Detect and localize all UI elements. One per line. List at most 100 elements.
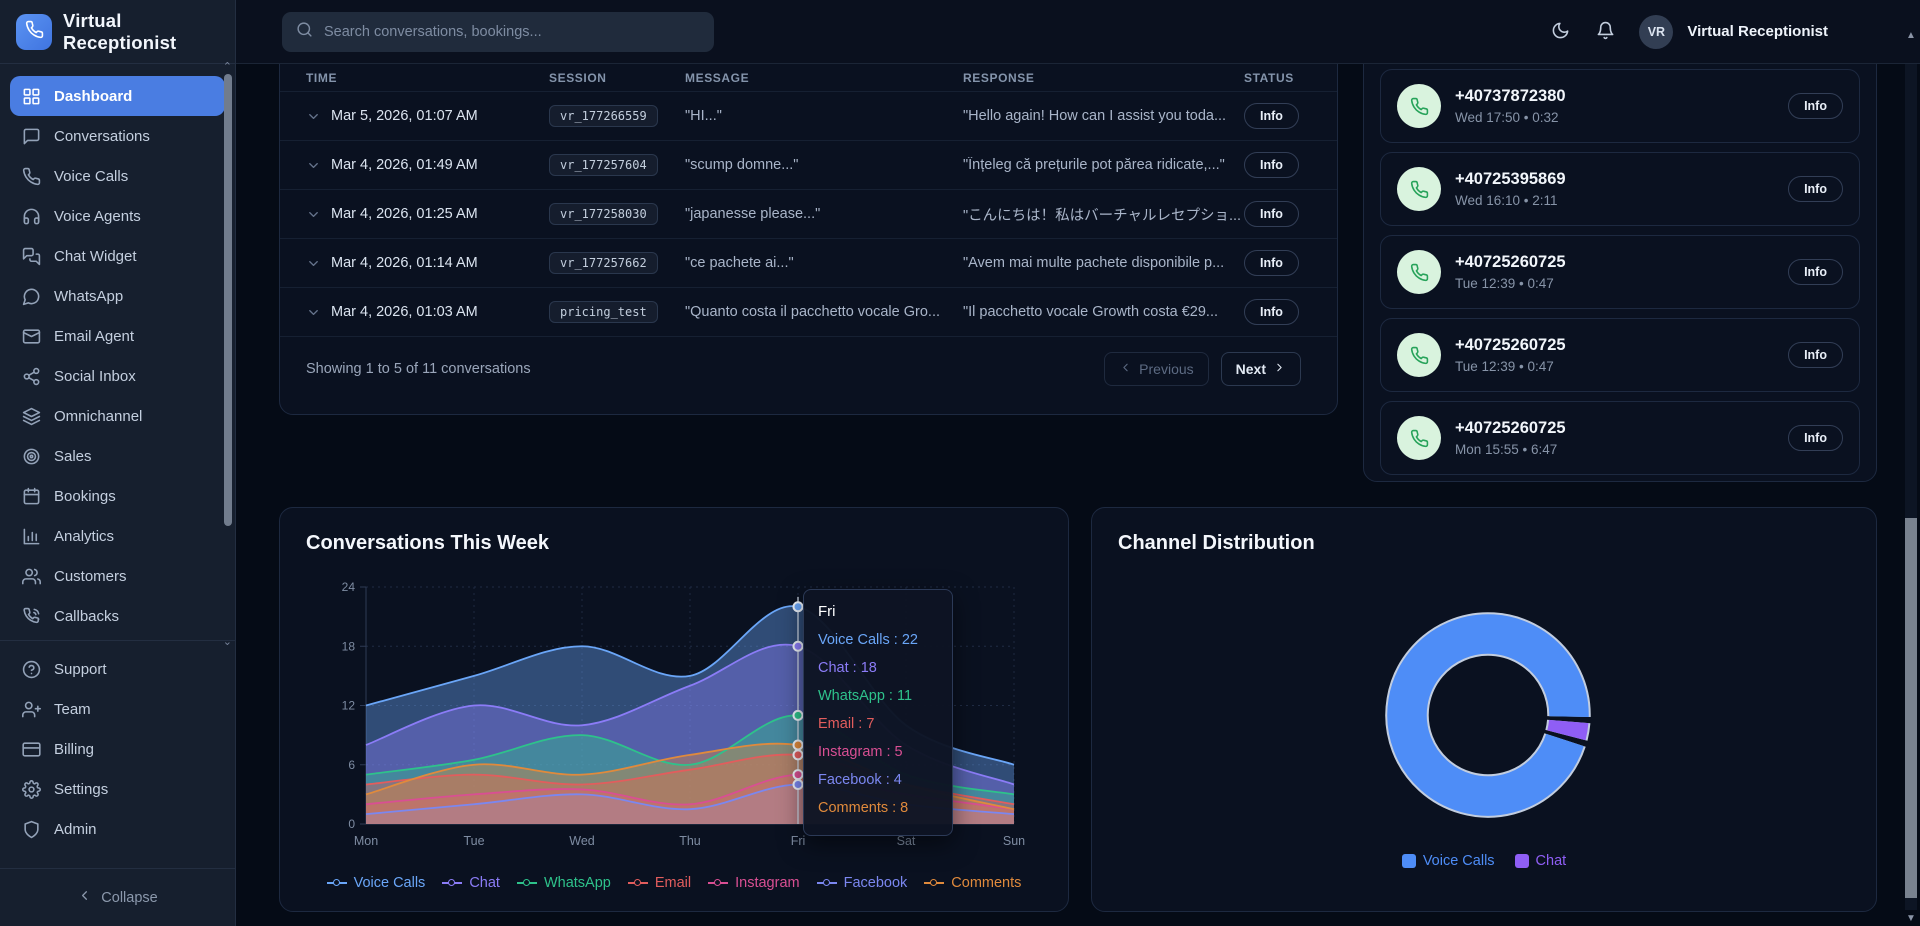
sidebar-item-voice-calls[interactable]: Voice Calls — [10, 156, 225, 196]
call-meta: Wed 17:50 • 0:32 — [1455, 110, 1566, 125]
dark-mode-toggle[interactable] — [1549, 19, 1572, 45]
legend-item-whatsapp[interactable]: WhatsApp — [517, 875, 611, 891]
table-row[interactable]: Mar 4, 2026, 01:49 AM vr_177257604 "scum… — [280, 140, 1337, 189]
sidebar-item-label: Customers — [54, 568, 127, 585]
search-box[interactable] — [282, 12, 714, 52]
sidebar-item-dashboard[interactable]: Dashboard — [10, 76, 225, 116]
legend-swatch — [517, 882, 537, 884]
sidebar-item-admin[interactable]: Admin — [10, 809, 225, 849]
sidebar-item-callbacks[interactable]: Callbacks — [10, 596, 225, 636]
legend-item-instagram[interactable]: Instagram — [708, 875, 799, 891]
session-cell: vr_177257604 — [549, 154, 685, 176]
sidebar-item-label: Team — [54, 701, 91, 718]
avatar[interactable]: VR — [1639, 15, 1673, 49]
legend-item-comments[interactable]: Comments — [924, 875, 1021, 891]
logo-row: Virtual Receptionist — [0, 0, 235, 64]
message-cell: "Quanto costa il pacchetto vocale Gro... — [685, 304, 963, 320]
info-button[interactable]: Info — [1788, 93, 1843, 119]
chevron-down-icon[interactable] — [306, 305, 321, 320]
call-meta: Tue 12:39 • 0:47 — [1455, 276, 1566, 291]
info-button[interactable]: Info — [1788, 425, 1843, 451]
info-button[interactable]: Info — [1244, 299, 1299, 325]
notifications-button[interactable] — [1594, 19, 1617, 45]
call-card[interactable]: +40725395869 Wed 16:10 • 2:11 Info — [1380, 152, 1860, 226]
scroll-down-icon[interactable]: ▼ — [1904, 913, 1918, 924]
previous-button[interactable]: Previous — [1104, 352, 1208, 386]
scrollbar-thumb[interactable] — [1905, 518, 1917, 898]
sidebar-item-customers[interactable]: Customers — [10, 556, 225, 596]
svg-text:6: 6 — [348, 758, 355, 772]
response-cell: "Il pacchetto vocale Growth costa €29... — [963, 304, 1244, 320]
sidebar-item-label: Voice Calls — [54, 168, 128, 185]
table-row[interactable]: Mar 4, 2026, 01:25 AM vr_177258030 "japa… — [280, 189, 1337, 238]
info-button[interactable]: Info — [1788, 176, 1843, 202]
sidebar-item-settings[interactable]: Settings — [10, 769, 225, 809]
sidebar-item-bookings[interactable]: Bookings — [10, 476, 225, 516]
sidebar-item-label: Analytics — [54, 528, 114, 545]
sidebar-item-team[interactable]: Team — [10, 689, 225, 729]
sidebar-item-chat-widget[interactable]: Chat Widget — [10, 236, 225, 276]
chevron-right-icon — [1273, 361, 1286, 377]
next-button[interactable]: Next — [1221, 352, 1301, 386]
call-info: +40725260725 Tue 12:39 • 0:47 — [1455, 253, 1566, 291]
main-scrollbar[interactable]: ▲ ▼ — [1904, 30, 1918, 924]
table-row[interactable]: Mar 5, 2026, 01:07 AM vr_177266559 "HI..… — [280, 91, 1337, 140]
info-button[interactable]: Info — [1244, 201, 1299, 227]
svg-text:18: 18 — [342, 639, 356, 653]
call-card[interactable]: +40725260725 Mon 15:55 • 6:47 Info — [1380, 401, 1860, 475]
sidebar-item-conversations[interactable]: Conversations — [10, 116, 225, 156]
sidebar-item-analytics[interactable]: Analytics — [10, 516, 225, 556]
sidebar-item-omnichannel[interactable]: Omnichannel — [10, 396, 225, 436]
info-button[interactable]: Info — [1788, 342, 1843, 368]
sidebar-item-whatsapp[interactable]: WhatsApp — [10, 276, 225, 316]
legend-item-chat[interactable]: Chat — [442, 875, 500, 891]
chevron-down-icon[interactable] — [306, 207, 321, 222]
scroll-up-icon[interactable]: ▲ — [1904, 30, 1918, 41]
sidebar-scroll-up-icon[interactable]: ⌃ — [223, 60, 232, 73]
legend-item-voice-calls[interactable]: Voice Calls — [1402, 853, 1495, 869]
sidebar-item-billing[interactable]: Billing — [10, 729, 225, 769]
call-card[interactable]: +40737872380 Wed 17:50 • 0:32 Info — [1380, 69, 1860, 143]
search-input[interactable] — [324, 24, 700, 40]
session-badge: pricing_test — [549, 301, 658, 323]
status-cell: Info — [1244, 250, 1309, 276]
collapse-button[interactable]: Collapse — [0, 868, 235, 926]
table-body: Mar 5, 2026, 01:07 AM vr_177266559 "HI..… — [280, 91, 1337, 336]
sidebar-item-voice-agents[interactable]: Voice Agents — [10, 196, 225, 236]
col-session: SESSION — [549, 71, 685, 85]
chevron-down-icon[interactable] — [306, 109, 321, 124]
grid-icon — [22, 87, 41, 106]
chevron-down-icon[interactable] — [306, 158, 321, 173]
sidebar-item-sales[interactable]: Sales — [10, 436, 225, 476]
sidebar-item-email-agent[interactable]: Email Agent — [10, 316, 225, 356]
sidebar-item-social-inbox[interactable]: Social Inbox — [10, 356, 225, 396]
table-row[interactable]: Mar 4, 2026, 01:14 AM vr_177257662 "ce p… — [280, 238, 1337, 287]
call-card[interactable]: +40725260725 Tue 12:39 • 0:47 Info — [1380, 235, 1860, 309]
sidebar-item-label: Admin — [54, 821, 97, 838]
sidebar-item-label: WhatsApp — [54, 288, 123, 305]
message-circle-icon — [22, 287, 41, 306]
info-button[interactable]: Info — [1244, 250, 1299, 276]
legend-item-email[interactable]: Email — [628, 875, 691, 891]
sidebar-scrollbar-thumb[interactable] — [224, 74, 232, 526]
session-cell: pricing_test — [549, 301, 685, 323]
legend-item-chat[interactable]: Chat — [1515, 853, 1567, 869]
info-button[interactable]: Info — [1244, 152, 1299, 178]
row-time: Mar 4, 2026, 01:03 AM — [306, 304, 549, 320]
sidebar-scroll-down-icon[interactable]: ⌄ — [223, 635, 232, 648]
legend-item-voice-calls[interactable]: Voice Calls — [327, 875, 426, 891]
status-cell: Info — [1244, 299, 1309, 325]
table-row[interactable]: Mar 4, 2026, 01:03 AM pricing_test "Quan… — [280, 287, 1337, 336]
info-button[interactable]: Info — [1788, 259, 1843, 285]
tooltip-entry: Instagram : 5 — [818, 738, 938, 766]
main-area: VR Virtual Receptionist TIME SESSION MES… — [236, 0, 1920, 926]
chevron-down-icon[interactable] — [306, 256, 321, 271]
legend-item-facebook[interactable]: Facebook — [817, 875, 908, 891]
legend-swatch — [817, 882, 837, 884]
sidebar-item-support[interactable]: Support — [10, 649, 225, 689]
phone-callback-icon — [22, 607, 41, 626]
call-card[interactable]: +40725260725 Tue 12:39 • 0:47 Info — [1380, 318, 1860, 392]
sidebar-item-label: Sales — [54, 448, 92, 465]
call-number: +40725260725 — [1455, 336, 1566, 355]
info-button[interactable]: Info — [1244, 103, 1299, 129]
